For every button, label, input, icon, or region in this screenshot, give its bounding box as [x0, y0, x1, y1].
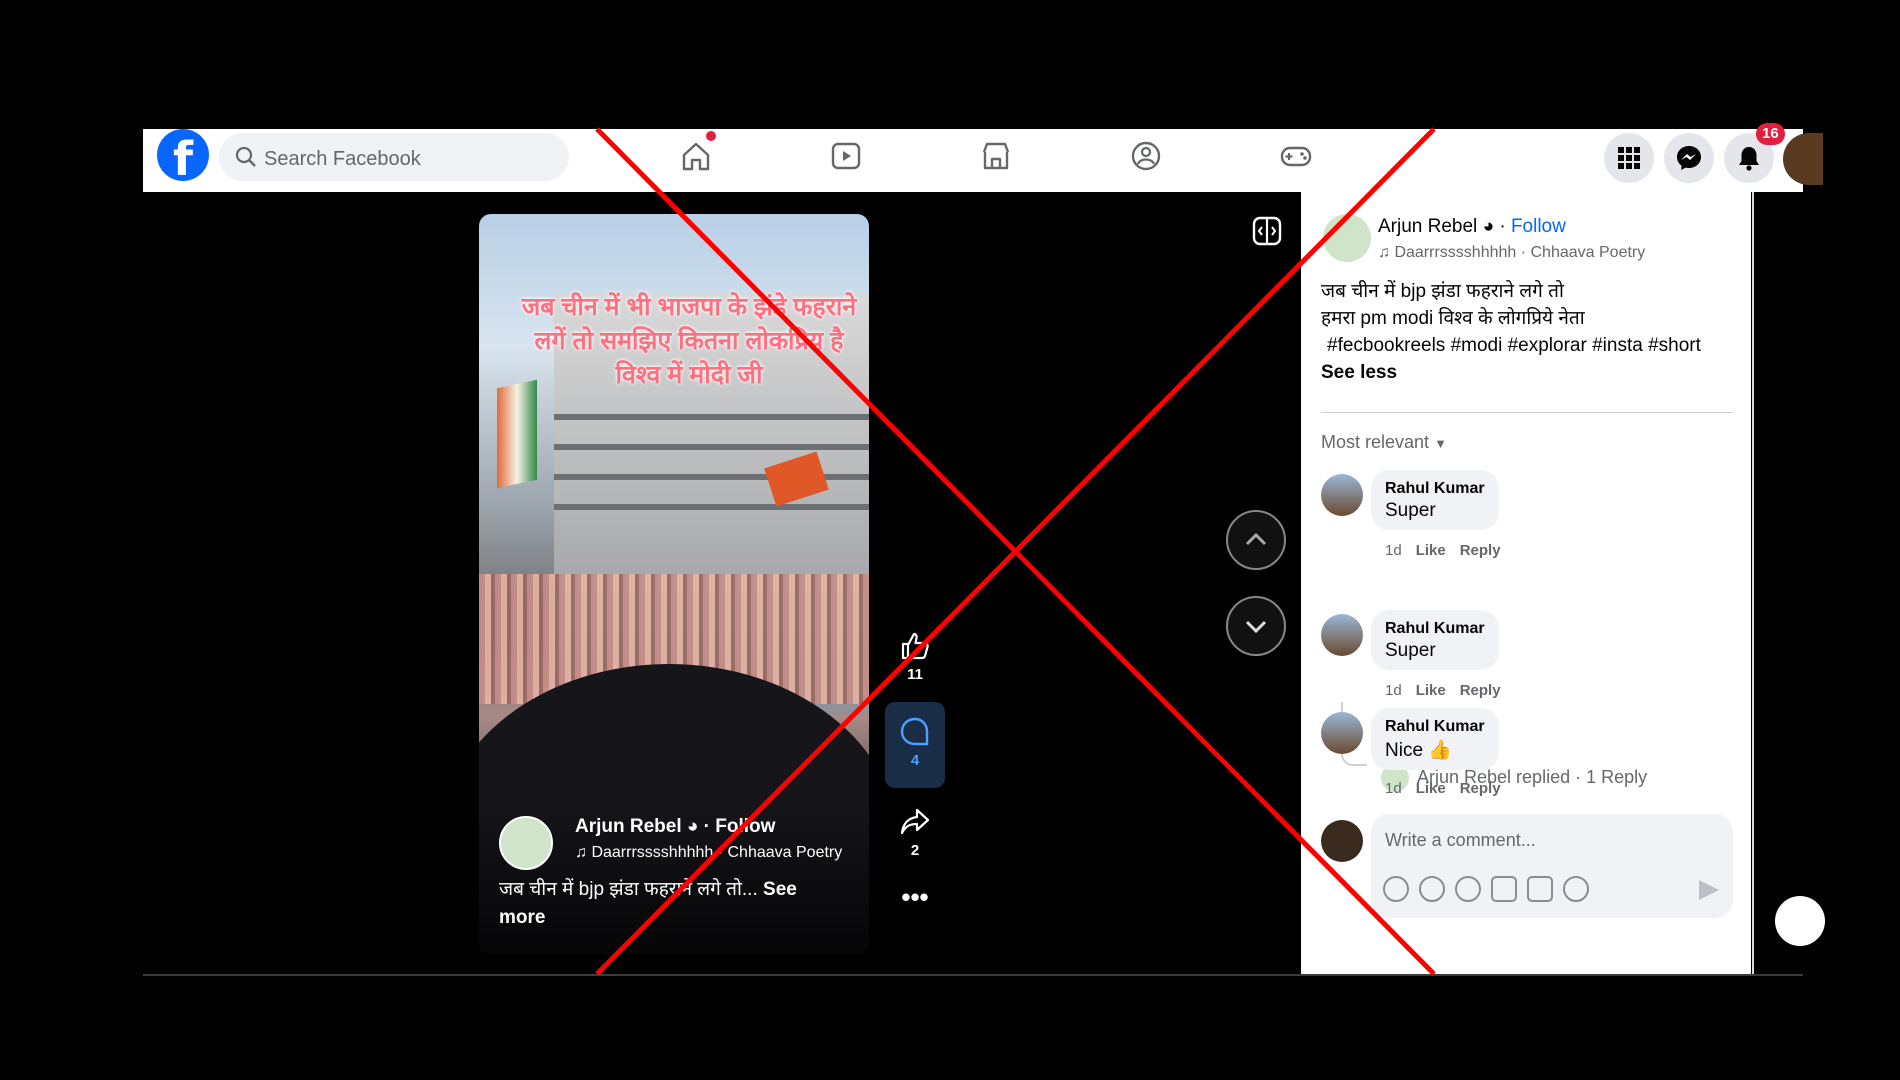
previous-reel-button[interactable]	[1226, 510, 1286, 570]
comment-button[interactable]: 4	[885, 702, 945, 788]
comment-time: 1d	[1385, 780, 1402, 797]
marketplace-icon[interactable]	[979, 139, 1013, 173]
panel-border	[1752, 192, 1754, 974]
sort-dropdown[interactable]: Most relevant ▼	[1321, 432, 1447, 453]
search-icon	[235, 146, 256, 167]
chevron-up-icon	[1245, 532, 1267, 546]
video-flag	[497, 379, 537, 489]
share-icon	[900, 808, 930, 835]
gif-icon[interactable]	[1527, 876, 1553, 902]
comment-bubble: Rahul Kumar Super	[1371, 470, 1499, 530]
follow-link[interactable]: Follow	[1511, 216, 1566, 237]
messenger-icon	[1677, 146, 1701, 170]
groups-icon[interactable]	[1129, 139, 1163, 173]
comment-tools	[1383, 876, 1589, 902]
comment-reply-link[interactable]: Reply	[1460, 780, 1501, 797]
commenter-name[interactable]: Rahul Kumar	[1385, 480, 1485, 498]
author-avatar[interactable]	[1323, 214, 1371, 262]
messenger-button[interactable]	[1664, 133, 1714, 183]
panel-music[interactable]: Daarrrsssshhhhh · Chhaava Poetry	[1394, 244, 1645, 261]
comment-time: 1d	[1385, 542, 1402, 559]
reel-caption: जब चीन में bjp झंडा फहराने लगे तो... See…	[499, 876, 839, 932]
music-note-icon: ♫	[575, 844, 587, 861]
chevron-down-icon	[1245, 620, 1267, 634]
send-icon[interactable]	[1699, 880, 1719, 900]
comment-text: Super	[1385, 640, 1436, 661]
reel-music[interactable]: Daarrrsssshhhhh · Chhaava Poetry	[591, 844, 842, 861]
divider	[1321, 412, 1733, 413]
facebook-logo-icon[interactable]: f	[157, 129, 209, 181]
notification-count-badge: 16	[1756, 123, 1785, 145]
sticker-icon[interactable]	[1563, 876, 1589, 902]
facebook-top-bar: f Search Facebook 16	[143, 123, 1823, 192]
sort-label: Most relevant	[1321, 432, 1430, 452]
like-count: 11	[907, 666, 923, 683]
menu-button[interactable]	[1604, 133, 1654, 183]
comment-placeholder: Write a comment...	[1385, 830, 1536, 850]
comment-bubble: Rahul Kumar Super	[1371, 610, 1499, 670]
emoji-icon[interactable]	[1455, 876, 1481, 902]
profile-avatar[interactable]	[1783, 133, 1823, 185]
globe-icon: ◕	[1482, 216, 1495, 237]
comment-like-link[interactable]: Like	[1416, 682, 1446, 699]
post-caption: जब चीन में bjp झंडा फहराने लगे तो हमरा p…	[1321, 278, 1741, 386]
comment-bubble: Rahul Kumar Nice 👍	[1371, 708, 1499, 770]
comment-icon	[900, 717, 929, 746]
caption-line-1: जब चीन में bjp झंडा फहराने लगे तो	[1321, 281, 1564, 302]
thumbs-up-icon	[901, 632, 929, 660]
comment-text: Nice 👍	[1385, 740, 1452, 761]
more-options-icon[interactable]: •••	[885, 884, 945, 910]
author-name[interactable]: Arjun Rebel	[1378, 216, 1477, 237]
watch-icon[interactable]	[829, 139, 863, 173]
caption-hashtags[interactable]: #fecbookreels #modi #explorar #insta #sh…	[1321, 332, 1741, 359]
author-avatar[interactable]	[499, 816, 553, 870]
reel-overlay-text: जब चीन में भी भाजपा के झंडे फहराने लगें …	[521, 293, 857, 389]
bell-icon	[1739, 147, 1759, 171]
author-name[interactable]: Arjun Rebel	[575, 816, 682, 837]
caption-line-2: हमरा pm modi विश्व के लोगप्रिये नेता	[1321, 308, 1585, 329]
comments-panel: Arjun Rebel ◕ · Follow ♫ Daarrrsssshhhhh…	[1301, 192, 1751, 974]
progress-track	[143, 974, 1803, 976]
current-user-avatar[interactable]	[1321, 820, 1363, 862]
share-button[interactable]: 2	[885, 806, 945, 859]
reel-caption-text: जब चीन में bjp झंडा फहराने लगे तो...	[499, 879, 758, 900]
next-reel-button[interactable]	[1226, 596, 1286, 656]
comment-reply-link[interactable]: Reply	[1460, 682, 1501, 699]
search-input[interactable]: Search Facebook	[219, 133, 569, 181]
commenter-name[interactable]: Rahul Kumar	[1385, 620, 1485, 638]
globe-icon: ◕	[686, 816, 699, 837]
toggle-panel-icon[interactable]	[1252, 216, 1282, 246]
new-message-button[interactable]	[1775, 896, 1825, 946]
gaming-icon[interactable]	[1279, 139, 1313, 173]
comment-like-link[interactable]: Like	[1416, 542, 1446, 559]
avatar-icon[interactable]	[1419, 876, 1445, 902]
commenter-avatar[interactable]	[1321, 474, 1363, 516]
camera-icon[interactable]	[1491, 876, 1517, 902]
music-note-icon: ♫	[1378, 244, 1390, 261]
comment-like-link[interactable]: Like	[1416, 780, 1446, 797]
comment-count: 4	[910, 752, 920, 769]
like-button[interactable]: 11	[885, 630, 945, 683]
search-placeholder: Search Facebook	[264, 148, 421, 170]
commenter-avatar[interactable]	[1321, 712, 1363, 754]
caret-down-icon: ▼	[1434, 436, 1447, 451]
grid-menu-icon	[1618, 147, 1640, 169]
commenter-name[interactable]: Rahul Kumar	[1385, 718, 1485, 736]
home-notification-dot	[706, 131, 716, 141]
commenter-avatar[interactable]	[1321, 614, 1363, 656]
reel-video[interactable]: जब चीन में भी भाजपा के झंडे फहराने लगें …	[479, 214, 869, 954]
comment-time: 1d	[1385, 682, 1402, 699]
share-count: 2	[910, 842, 920, 859]
home-icon[interactable]	[679, 139, 713, 173]
comment-reply-link[interactable]: Reply	[1460, 542, 1501, 559]
see-less-link[interactable]: See less	[1321, 359, 1741, 386]
comment-input[interactable]: Write a comment...	[1371, 814, 1733, 918]
follow-link[interactable]: Follow	[715, 816, 775, 837]
avatar-sticker-icon[interactable]	[1383, 876, 1409, 902]
comment-text: Super	[1385, 500, 1436, 521]
